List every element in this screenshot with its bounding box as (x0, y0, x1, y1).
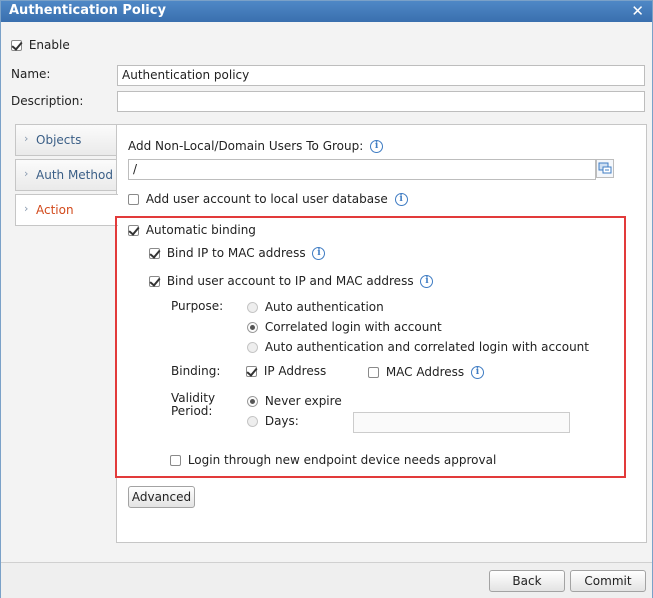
sidebar-item-objects[interactable]: › Objects (15, 124, 117, 156)
dialog-title: Authentication Policy (9, 3, 166, 18)
add-local-checkbox[interactable] (128, 194, 139, 205)
sidebar-item-label: Auth Method (36, 168, 113, 182)
bind-ip-mac-checkbox[interactable] (149, 248, 160, 259)
bind-ip-mac-label: Bind IP to MAC address (166, 246, 306, 260)
binding-ip-checkbox[interactable] (246, 366, 257, 377)
name-label: Name: (11, 67, 51, 81)
bind-user-row[interactable]: Bind user account to IP and MAC address … (149, 274, 434, 288)
purpose-option-label: Correlated login with account (264, 320, 442, 334)
back-button[interactable]: Back (489, 570, 565, 592)
binding-mac-row[interactable]: MAC Address i (368, 365, 484, 379)
group-picker-icon (598, 162, 612, 174)
enable-checkbox[interactable] (11, 40, 22, 51)
automatic-binding-checkbox[interactable] (128, 225, 139, 236)
title-bar: Authentication Policy ✕ (1, 1, 652, 22)
purpose-option-label: Auto authentication (264, 300, 384, 314)
advanced-button[interactable]: Advanced (128, 486, 195, 508)
validity-label-line2: Period: (171, 404, 213, 418)
login-new-device-checkbox[interactable] (170, 455, 181, 466)
never-expire-label: Never expire (264, 394, 342, 408)
group-field-label: Add Non-Local/Domain Users To Group: (128, 139, 364, 153)
add-local-label: Add user account to local user database (145, 192, 388, 206)
never-expire-radio[interactable] (247, 396, 258, 407)
login-new-device-label: Login through new endpoint device needs … (187, 453, 497, 467)
description-input[interactable] (117, 91, 645, 112)
chevron-right-icon: › (24, 132, 29, 145)
binding-ip-label: IP Address (263, 364, 327, 378)
purpose-both-radio[interactable] (247, 342, 258, 353)
info-icon[interactable]: i (312, 247, 326, 260)
info-icon[interactable]: i (394, 193, 408, 206)
info-icon[interactable]: i (420, 275, 434, 288)
validity-period-label: Validity Period: (171, 392, 215, 418)
dialog-footer: Back Commit (1, 562, 652, 598)
days-option[interactable]: Days: (247, 414, 299, 428)
enable-label: Enable (28, 38, 70, 52)
sidebar-item-label: Action (36, 203, 74, 217)
purpose-auto-radio[interactable] (247, 302, 258, 313)
purpose-option-auto[interactable]: Auto authentication (247, 300, 384, 314)
days-label: Days: (264, 414, 299, 428)
automatic-binding-label: Automatic binding (145, 223, 256, 237)
purpose-option-both[interactable]: Auto authentication and correlated login… (247, 340, 589, 354)
never-expire-option[interactable]: Never expire (247, 394, 342, 408)
close-icon[interactable]: ✕ (631, 2, 644, 20)
purpose-option-label: Auto authentication and correlated login… (264, 340, 589, 354)
bind-user-checkbox[interactable] (149, 276, 160, 287)
group-input[interactable]: / (128, 159, 596, 180)
chevron-right-icon: › (24, 167, 29, 180)
purpose-option-correlated[interactable]: Correlated login with account (247, 320, 442, 334)
bind-ip-mac-row[interactable]: Bind IP to MAC address i (149, 246, 326, 260)
chevron-right-icon: › (24, 202, 29, 215)
name-input[interactable]: Authentication policy (117, 65, 645, 86)
days-input[interactable] (353, 412, 570, 433)
sidebar-item-auth-method[interactable]: › Auth Method (15, 159, 117, 191)
binding-mac-checkbox[interactable] (368, 367, 379, 378)
add-local-row[interactable]: Add user account to local user database … (128, 192, 408, 206)
enable-checkbox-row[interactable]: Enable (11, 38, 70, 52)
sidebar-item-action[interactable]: › Action (15, 194, 118, 226)
purpose-label: Purpose: (171, 299, 224, 313)
commit-button[interactable]: Commit (570, 570, 646, 592)
login-new-device-row[interactable]: Login through new endpoint device needs … (170, 453, 496, 467)
group-field-label-row: Add Non-Local/Domain Users To Group: i (128, 139, 384, 153)
binding-mac-label: MAC Address (385, 365, 465, 379)
days-radio[interactable] (247, 416, 258, 427)
bind-user-label: Bind user account to IP and MAC address (166, 274, 414, 288)
purpose-correlated-radio[interactable] (247, 322, 258, 333)
binding-ip-row[interactable]: IP Address (246, 364, 326, 378)
info-icon[interactable]: i (471, 366, 484, 379)
automatic-binding-row[interactable]: Automatic binding (128, 223, 256, 237)
info-icon[interactable]: i (370, 140, 384, 153)
sidebar-item-label: Objects (36, 133, 82, 147)
group-picker-button[interactable] (596, 159, 614, 178)
description-label: Description: (11, 94, 84, 108)
binding-label: Binding: (171, 364, 221, 378)
authentication-policy-dialog: Authentication Policy ✕ Enable Name: Aut… (0, 0, 653, 598)
